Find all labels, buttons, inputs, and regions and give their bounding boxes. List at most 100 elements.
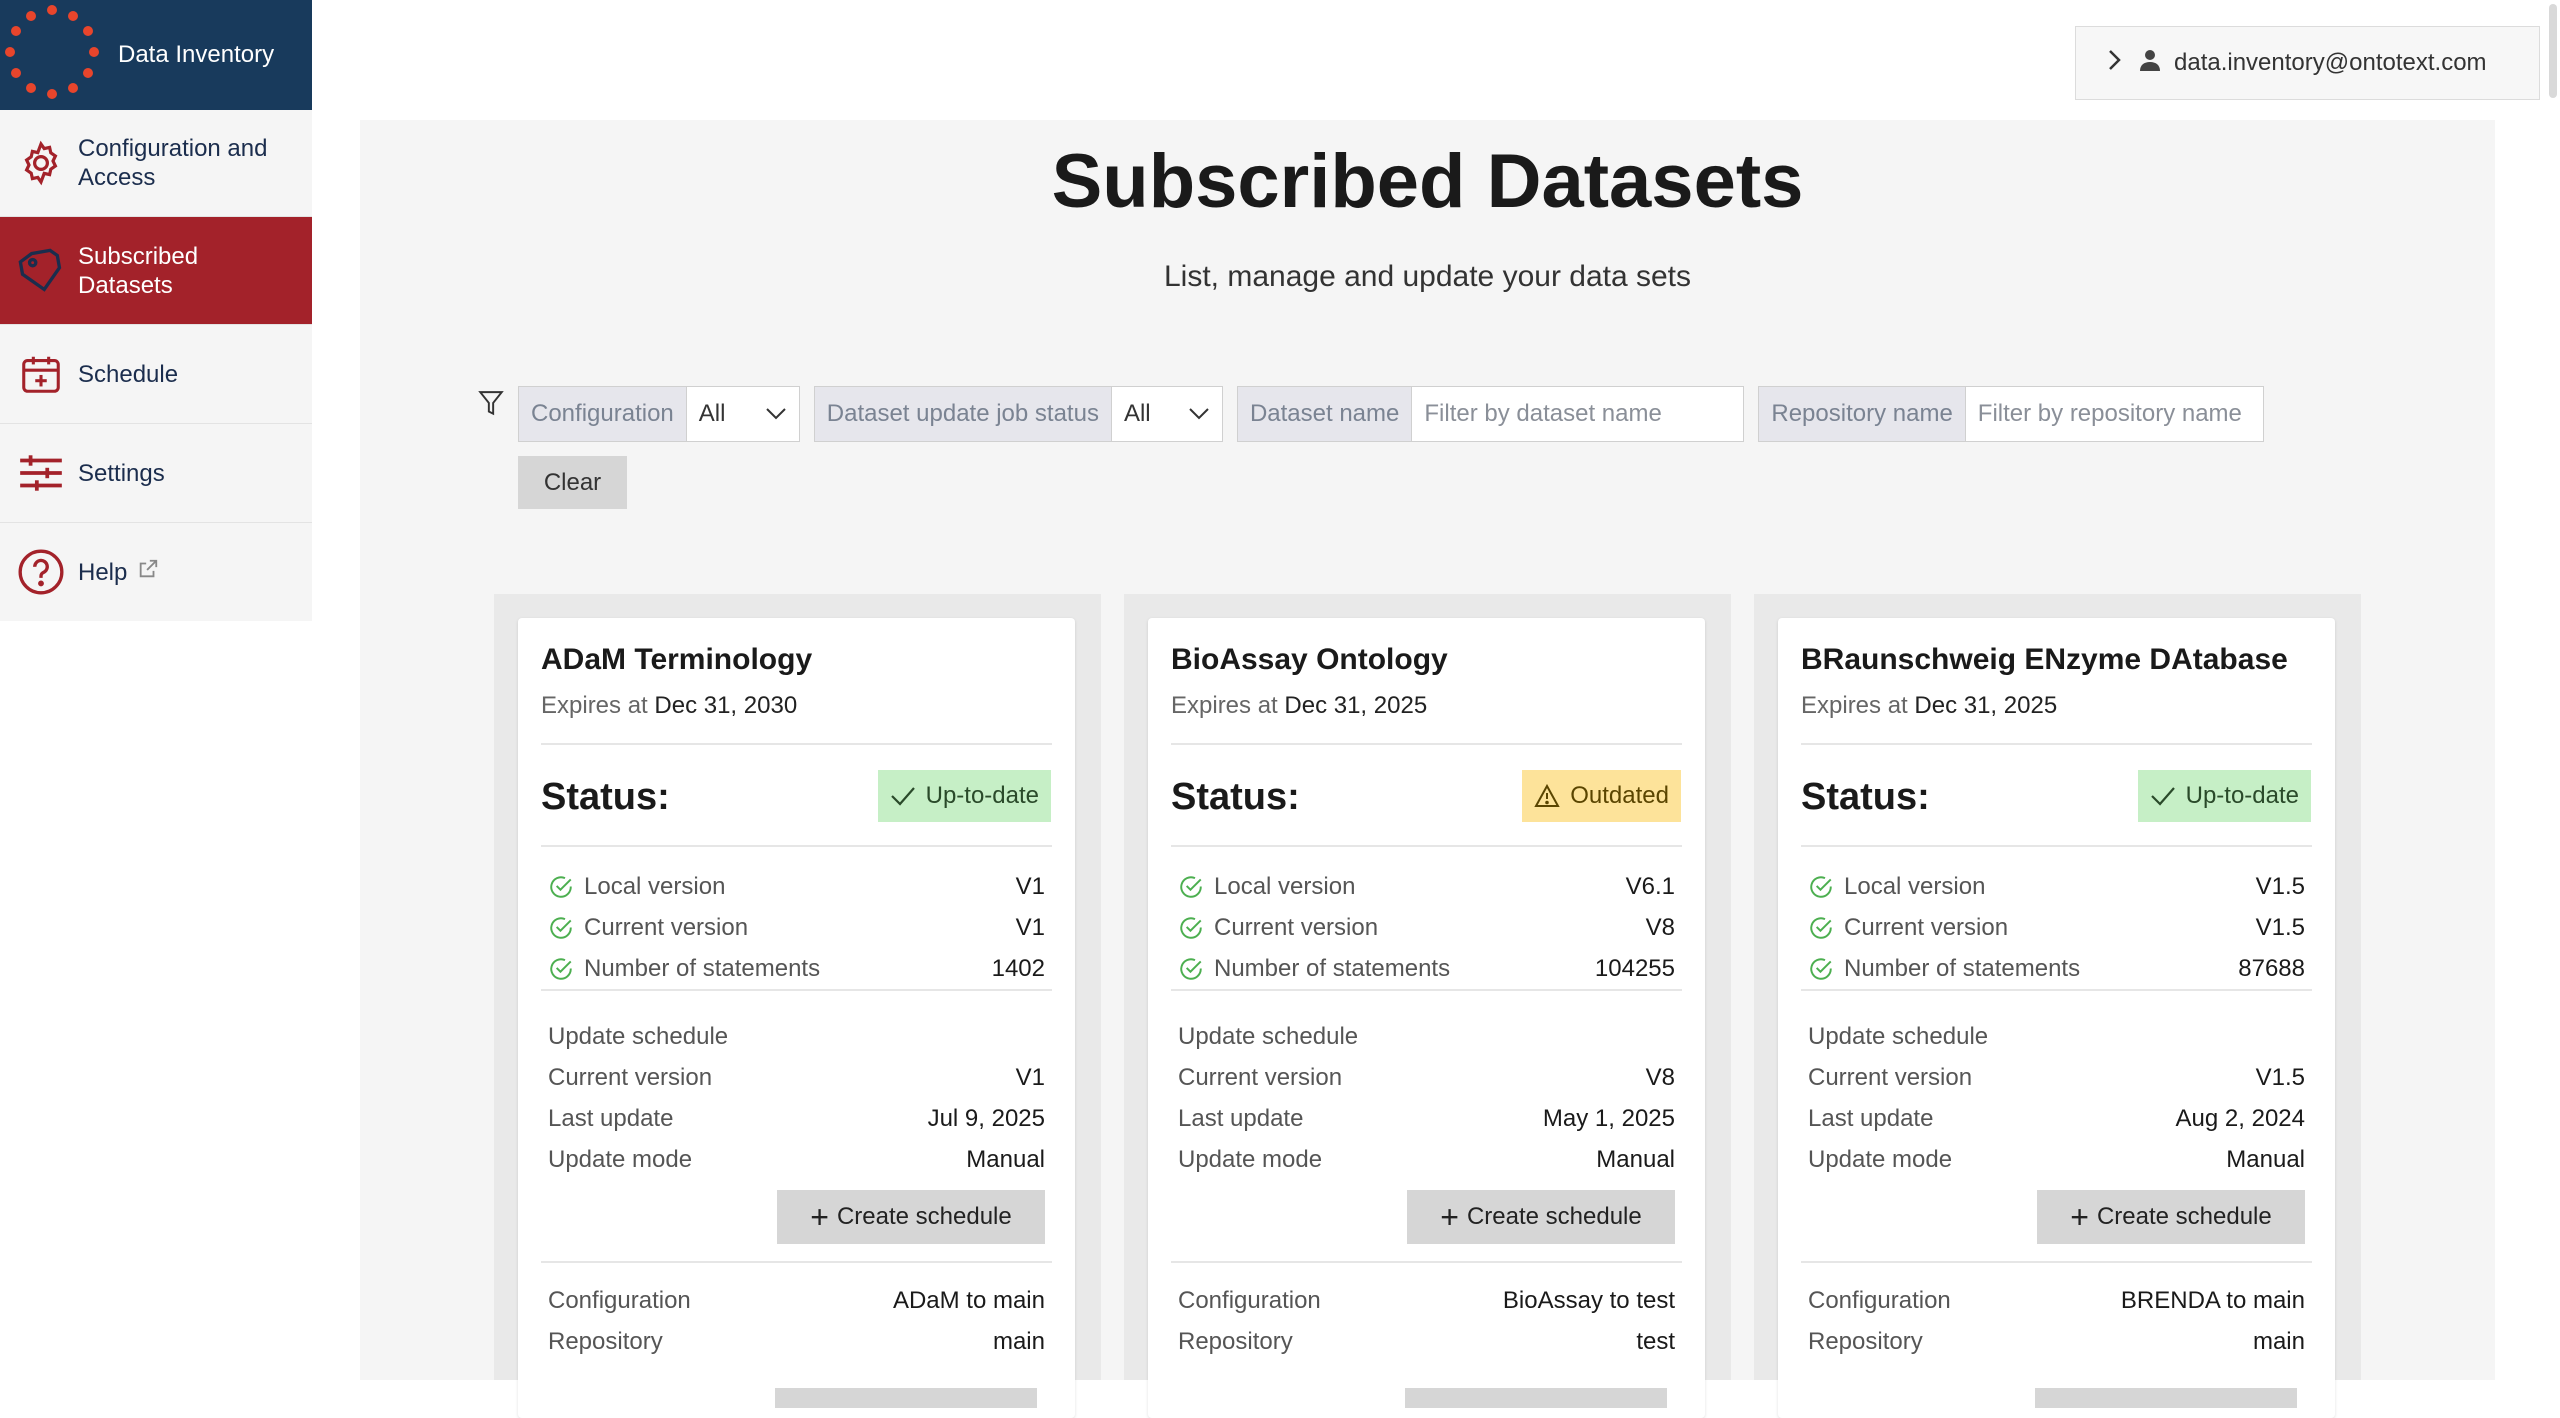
plus-icon: + — [2070, 1199, 2089, 1235]
filter-icon — [478, 390, 504, 423]
check-circle-icon — [548, 915, 574, 941]
update-mode-row: Update mode Manual — [1178, 1146, 1675, 1173]
tag-icon — [16, 246, 66, 296]
sidebar-item-settings[interactable]: Settings — [0, 424, 312, 523]
status-badge: Outdated — [1522, 770, 1681, 822]
repository-name-filter: Repository name Filter by repository nam… — [1758, 386, 2264, 442]
calendar-icon — [16, 349, 66, 399]
current-version-row: Current version V8 — [1178, 911, 1675, 945]
sidebar: Data Inventory Configuration and Access … — [0, 0, 312, 621]
update-schedule-row: Update schedule — [548, 1023, 729, 1050]
repository-row: Repository main — [548, 1328, 1045, 1355]
last-update-row: Last update May 1, 2025 — [1178, 1105, 1675, 1132]
chevron-down-icon — [765, 400, 787, 428]
dataset-title: BioAssay Ontology — [1171, 643, 1448, 676]
card-action-button[interactable] — [1405, 1388, 1667, 1408]
card-action-button[interactable] — [775, 1388, 1037, 1408]
sidebar-item-label: Schedule — [78, 360, 179, 388]
user-menu[interactable]: data.inventory@ontotext.com — [2075, 26, 2540, 100]
sidebar-item-label: Settings — [78, 459, 165, 487]
update-mode-row: Update mode Manual — [548, 1146, 1045, 1173]
create-schedule-button[interactable]: + Create schedule — [1407, 1190, 1675, 1244]
main-panel: Subscribed Datasets List, manage and upd… — [360, 120, 2495, 1418]
dataset-expiry: Expires at Dec 31, 2025 — [1801, 692, 2058, 719]
configuration-select-value: All — [698, 400, 726, 427]
chevron-down-icon — [1188, 400, 1210, 428]
check-circle-icon — [548, 874, 574, 900]
job-status-select[interactable]: All — [1111, 387, 1222, 441]
plus-icon: + — [1440, 1199, 1459, 1235]
brand-header[interactable]: Data Inventory — [0, 0, 312, 110]
statements-row: Number of statements 87688 — [1808, 952, 2305, 986]
job-status-filter: Dataset update job status All — [813, 386, 1223, 442]
external-link-icon — [137, 558, 159, 587]
dataset-name-input[interactable]: Filter by dataset name — [1412, 387, 1744, 441]
dataset-name-filter-label: Dataset name — [1237, 387, 1413, 441]
dataset-card: BioAssay Ontology Expires at Dec 31, 202… — [1148, 618, 1705, 1418]
local-version-row: Local version V6.1 — [1178, 870, 1675, 904]
warning-icon — [1534, 784, 1560, 808]
schedule-current-version-row: Current version V8 — [1178, 1064, 1675, 1091]
schedule-current-version-row: Current version V1.5 — [1808, 1064, 2305, 1091]
last-update-row: Last update Aug 2, 2024 — [1808, 1105, 2305, 1132]
plus-icon: + — [810, 1199, 829, 1235]
configuration-row: Configuration ADaM to main — [548, 1287, 1045, 1314]
statements-row: Number of statements 104255 — [1178, 952, 1675, 986]
dataset-name-filter: Dataset name Filter by dataset name — [1236, 386, 1745, 442]
statements-row: Number of statements 1402 — [548, 952, 1045, 986]
check-circle-icon — [1808, 956, 1834, 982]
current-version-row: Current version V1.5 — [1808, 911, 2305, 945]
check-circle-icon — [1808, 915, 1834, 941]
chevron-right-icon[interactable] — [2106, 48, 2122, 79]
clear-filters-button[interactable]: Clear — [518, 456, 627, 509]
check-circle-icon — [548, 956, 574, 982]
sidebar-item-configuration[interactable]: Configuration and Access — [0, 110, 312, 217]
configuration-row: Configuration BioAssay to test — [1178, 1287, 1675, 1314]
dataset-card-column: BRaunschweig ENzyme DAtabase Expires at … — [1754, 594, 2361, 1418]
update-schedule-row: Update schedule — [1808, 1023, 1989, 1050]
sidebar-item-help[interactable]: Help — [0, 523, 312, 621]
repository-name-input[interactable]: Filter by repository name — [1965, 387, 2263, 441]
gear-icon — [16, 138, 66, 188]
sidebar-item-schedule[interactable]: Schedule — [0, 325, 312, 424]
check-circle-icon — [1178, 956, 1204, 982]
job-status-select-value: All — [1123, 400, 1151, 427]
page-subtitle: List, manage and update your data sets — [1163, 260, 1692, 293]
status-label: Status: — [1171, 776, 1300, 818]
sidebar-item-subscribed-datasets[interactable]: Subscribed Datasets — [0, 217, 312, 325]
repository-row: Repository main — [1808, 1328, 2305, 1355]
last-update-row: Last update Jul 9, 2025 — [548, 1105, 1045, 1132]
dataset-title: ADaM Terminology — [541, 643, 813, 676]
check-circle-icon — [1178, 874, 1204, 900]
card-action-button[interactable] — [2035, 1388, 2297, 1408]
status-badge: Up-to-date — [877, 770, 1051, 822]
repository-name-filter-label: Repository name — [1759, 387, 1966, 441]
dataset-expiry: Expires at Dec 31, 2030 — [541, 692, 798, 719]
local-version-row: Local version V1 — [548, 870, 1045, 904]
status-label: Status: — [541, 776, 670, 818]
logo-icon — [5, 5, 99, 99]
check-icon — [2150, 785, 2176, 807]
repository-row: Repository test — [1178, 1328, 1675, 1355]
status-badge: Up-to-date — [2137, 770, 2311, 822]
sliders-icon — [16, 448, 66, 498]
update-mode-row: Update mode Manual — [1808, 1146, 2305, 1173]
sidebar-item-label: Configuration and Access — [78, 135, 268, 191]
dataset-title: BRaunschweig ENzyme DAtabase — [1801, 643, 2288, 676]
create-schedule-button[interactable]: + Create schedule — [2037, 1190, 2305, 1244]
current-version-row: Current version V1 — [548, 911, 1045, 945]
dataset-expiry: Expires at Dec 31, 2025 — [1171, 692, 1428, 719]
schedule-current-version-row: Current version V1 — [548, 1064, 1045, 1091]
check-circle-icon — [1808, 874, 1834, 900]
user-icon — [2138, 48, 2162, 79]
local-version-row: Local version V1.5 — [1808, 870, 2305, 904]
configuration-select[interactable]: All — [686, 387, 799, 441]
scrollbar[interactable] — [2546, 0, 2560, 100]
create-schedule-button[interactable]: + Create schedule — [777, 1190, 1045, 1244]
sidebar-item-label: Help — [78, 558, 128, 586]
update-schedule-row: Update schedule — [1178, 1023, 1359, 1050]
sidebar-item-label: Subscribed Datasets — [78, 242, 199, 299]
dataset-card: BRaunschweig ENzyme DAtabase Expires at … — [1778, 618, 2335, 1418]
job-status-filter-label: Dataset update job status — [814, 387, 1112, 441]
app-title: Data Inventory — [118, 41, 275, 68]
